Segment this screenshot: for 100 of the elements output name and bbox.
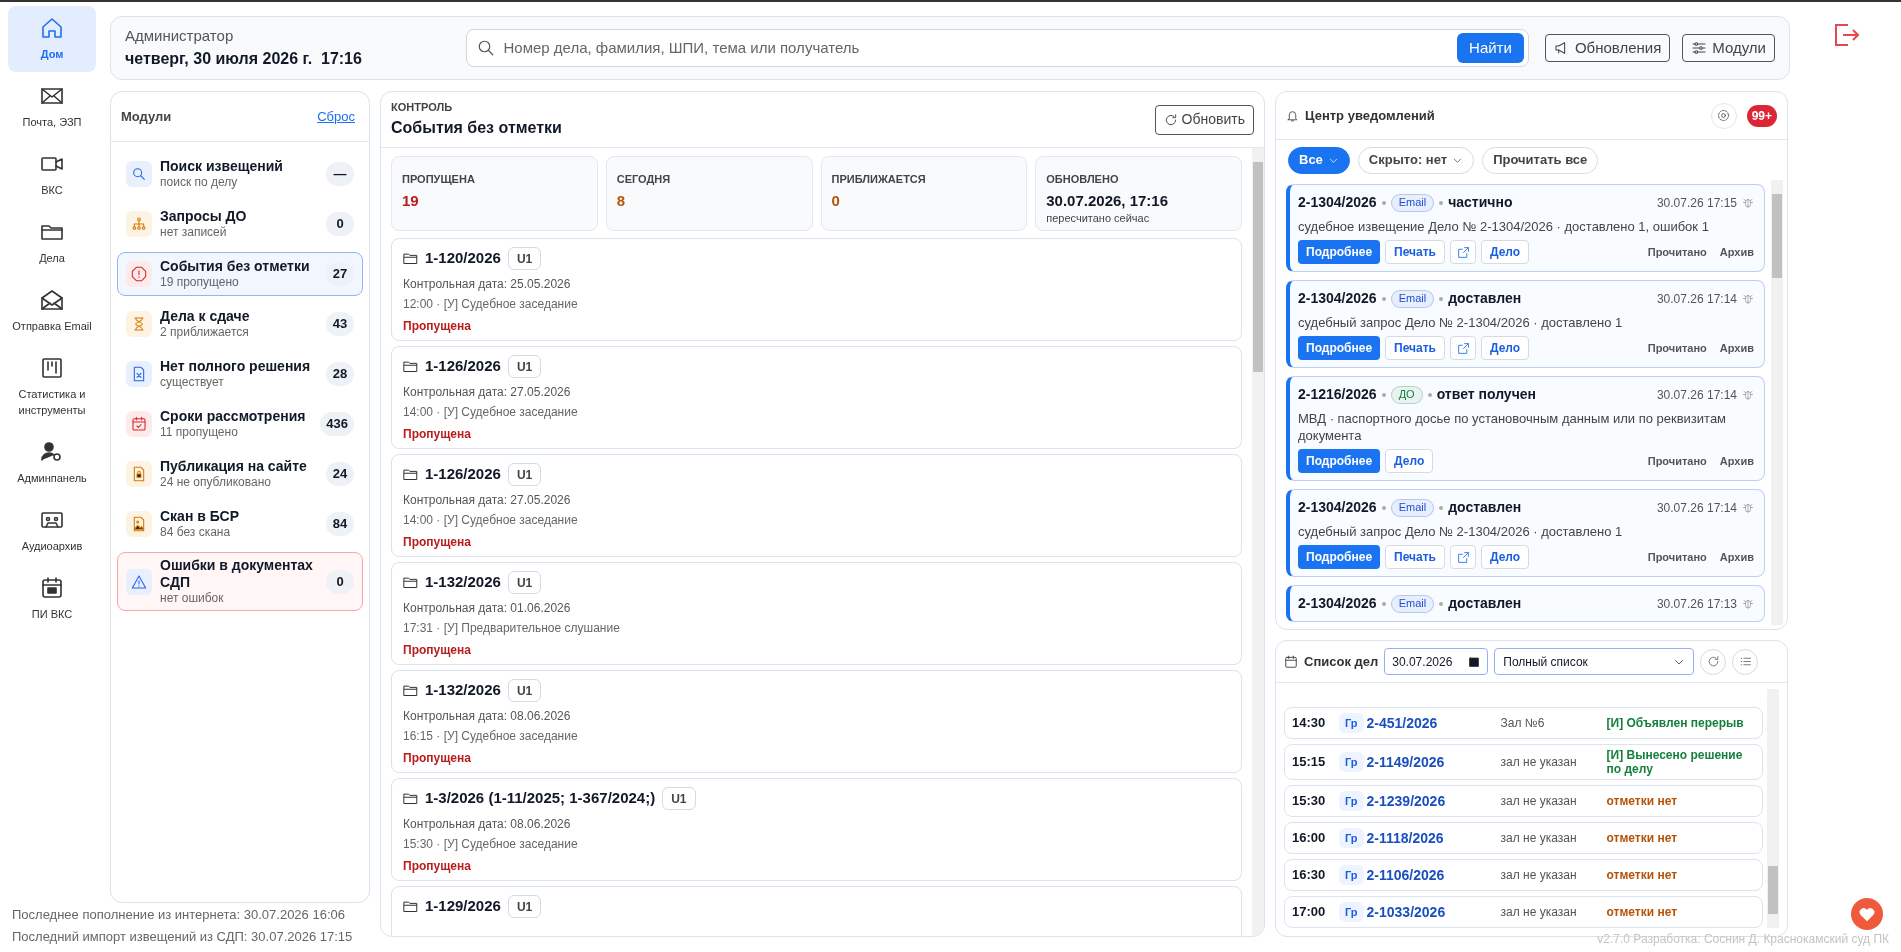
modules-button[interactable]: Модули	[1682, 34, 1775, 62]
filter-chip[interactable]: Скрыто: нет	[1357, 146, 1475, 174]
case-number[interactable]: 2-451/2026	[1366, 712, 1501, 734]
action-button[interactable]: Дело	[1385, 449, 1434, 473]
nav-item[interactable]: Статистика и инструменты	[8, 346, 96, 428]
case-number[interactable]: 1-132/2026	[425, 679, 501, 702]
view-select[interactable]: Полный список	[1494, 648, 1695, 675]
open-external-button[interactable]	[1450, 240, 1476, 264]
timestamp: 30.07.26 17:15	[1656, 194, 1737, 212]
panel-title: События без отметки	[391, 117, 562, 138]
locked-file-icon	[131, 466, 147, 482]
text-link[interactable]: Прочитано	[1647, 243, 1707, 261]
refresh-button[interactable]: Обновить	[1154, 104, 1254, 135]
text-link[interactable]: Прочитано	[1647, 339, 1707, 357]
date-field[interactable]: 30.07.2026	[1384, 648, 1489, 675]
case-number[interactable]: 2-1239/2026	[1366, 790, 1501, 812]
text-link[interactable]: Архив	[1719, 452, 1754, 470]
action-button[interactable]: Печать	[1385, 336, 1445, 360]
case-number[interactable]: 2-1106/2026	[1366, 864, 1501, 886]
nav-item[interactable]: ПИ ВКС	[8, 566, 96, 632]
case-number[interactable]: 2-1149/2026	[1366, 751, 1501, 773]
case-row[interactable]: 14:30 Гр 2-451/2026 Зал №6 [И] Объявлен перерыв	[1284, 707, 1763, 739]
case-number[interactable]: 2-1304/2026	[1298, 192, 1377, 213]
search-field[interactable]: Номер дела, фамилия, ШПИ, тема или получатель Найти	[466, 29, 1529, 67]
board-icon	[40, 356, 64, 380]
module-subtitle: 19 пропущено	[160, 275, 240, 290]
event-status: Пропущена	[403, 858, 472, 875]
text-link[interactable]: Прочитано	[1647, 452, 1707, 470]
nav-item[interactable]: Отправка Email	[8, 278, 96, 344]
scrollbar-track[interactable]	[1252, 148, 1264, 936]
open-external-button[interactable]	[1450, 336, 1476, 360]
channel-tag: Email	[1390, 594, 1435, 613]
case-number[interactable]: 1-129/2026	[425, 895, 501, 918]
text-link[interactable]: Архив	[1719, 548, 1754, 566]
case-row[interactable]: 16:30 Гр 2-1106/2026 зал не указан отметки нет	[1284, 859, 1763, 891]
courtroom: Зал №6	[1500, 715, 1546, 732]
case-number[interactable]: 1-126/2026	[425, 463, 501, 486]
module-item[interactable]: Ошибки в документах СДП нет ошибок 0	[117, 552, 363, 611]
case-number[interactable]: 1-132/2026	[425, 571, 501, 594]
case-row[interactable]: 15:15 Гр 2-1149/2026 зал не указан [И] Вынесено решение по делу	[1284, 744, 1763, 780]
case-number[interactable]: 1-126/2026	[425, 355, 501, 378]
case-number[interactable]: 2-1118/2026	[1366, 827, 1501, 849]
filter-chip[interactable]: Все	[1288, 146, 1350, 174]
details-button[interactable]: Подробнее	[1298, 545, 1381, 569]
open-external-button[interactable]	[1450, 545, 1476, 569]
channel-tag: ДО	[1390, 385, 1423, 404]
nav-item[interactable]: ВКС	[8, 142, 96, 208]
module-item[interactable]: События без отметки 19 пропущено 27	[117, 252, 363, 296]
nav-item[interactable]: Дом	[8, 6, 96, 72]
text-link[interactable]: Архив	[1719, 243, 1754, 261]
case-row[interactable]: 15:30 Гр 2-1239/2026 зал не указан отметки нет	[1284, 785, 1763, 817]
tag: U1	[507, 247, 542, 270]
case-status: отметки нет	[1606, 905, 1679, 919]
heart-button[interactable]	[1851, 898, 1883, 930]
action-button[interactable]: Дело	[1481, 240, 1530, 264]
event-status: Пропущена	[403, 534, 472, 551]
timestamp: 30.07.26 17:14	[1656, 499, 1737, 517]
nav-item[interactable]: Админпанель	[8, 430, 96, 496]
hearing-time: 16:00	[1292, 829, 1327, 848]
text-link[interactable]: Архив	[1719, 339, 1754, 357]
search-button[interactable]: Найти	[1457, 33, 1524, 63]
case-number[interactable]: 2-1216/2026	[1298, 384, 1377, 405]
nav-item[interactable]: Аудиоархив	[8, 498, 96, 564]
stat-value: 0	[831, 190, 841, 211]
folder-icon	[403, 792, 418, 805]
scrollbar-track[interactable]	[1767, 689, 1779, 928]
case-row[interactable]: 16:00 Гр 2-1118/2026 зал не указан отметки нет	[1284, 822, 1763, 854]
case-number[interactable]: 1-3/2026 (1-11/2025; 1-367/2024;)	[425, 787, 656, 810]
nav-item[interactable]: Дела	[8, 210, 96, 276]
action-button[interactable]: Печать	[1385, 240, 1445, 264]
scrollbar-thumb[interactable]	[1253, 162, 1263, 372]
scrollbar-thumb[interactable]	[1772, 194, 1782, 278]
action-button[interactable]: Дело	[1481, 336, 1530, 360]
scrollbar-track[interactable]	[1771, 180, 1783, 625]
details-button[interactable]: Подробнее	[1298, 240, 1381, 264]
case-number[interactable]: 2-1304/2026	[1298, 593, 1377, 614]
bug-icon	[1742, 388, 1754, 401]
case-row[interactable]: 17:00 Гр 2-1033/2026 зал не указан отметки нет	[1284, 896, 1763, 928]
event-details: 15:30 · [У] Судебное заседание	[403, 836, 579, 853]
bug-icon	[1742, 597, 1754, 610]
filter-chip[interactable]: Прочитать все	[1482, 146, 1599, 174]
updates-button[interactable]: Обновления	[1544, 34, 1671, 62]
nav-item[interactable]: Почта, ЭЗП	[8, 74, 96, 140]
scrollbar-thumb[interactable]	[1768, 866, 1778, 914]
stat-card: СЕГОДНЯ 8	[605, 156, 813, 231]
module-subtitle: нет ошибок	[160, 591, 225, 606]
case-number[interactable]: 2-1033/2026	[1366, 901, 1501, 923]
details-button[interactable]: Подробнее	[1298, 449, 1381, 473]
details-button[interactable]: Подробнее	[1298, 336, 1381, 360]
case-number[interactable]: 1-120/2026	[425, 247, 501, 270]
external-link-icon	[1456, 245, 1470, 259]
text-link[interactable]: Прочитано	[1647, 548, 1707, 566]
case-number[interactable]: 2-1304/2026	[1298, 288, 1377, 309]
case-number[interactable]: 2-1304/2026	[1298, 497, 1377, 518]
tag: U1	[662, 787, 696, 810]
courtroom: зал не указан	[1500, 754, 1578, 771]
count-badge: 43	[326, 312, 354, 336]
reset-link[interactable]: Сброс	[317, 106, 355, 127]
action-button[interactable]: Дело	[1481, 545, 1530, 569]
action-button[interactable]: Печать	[1385, 545, 1445, 569]
